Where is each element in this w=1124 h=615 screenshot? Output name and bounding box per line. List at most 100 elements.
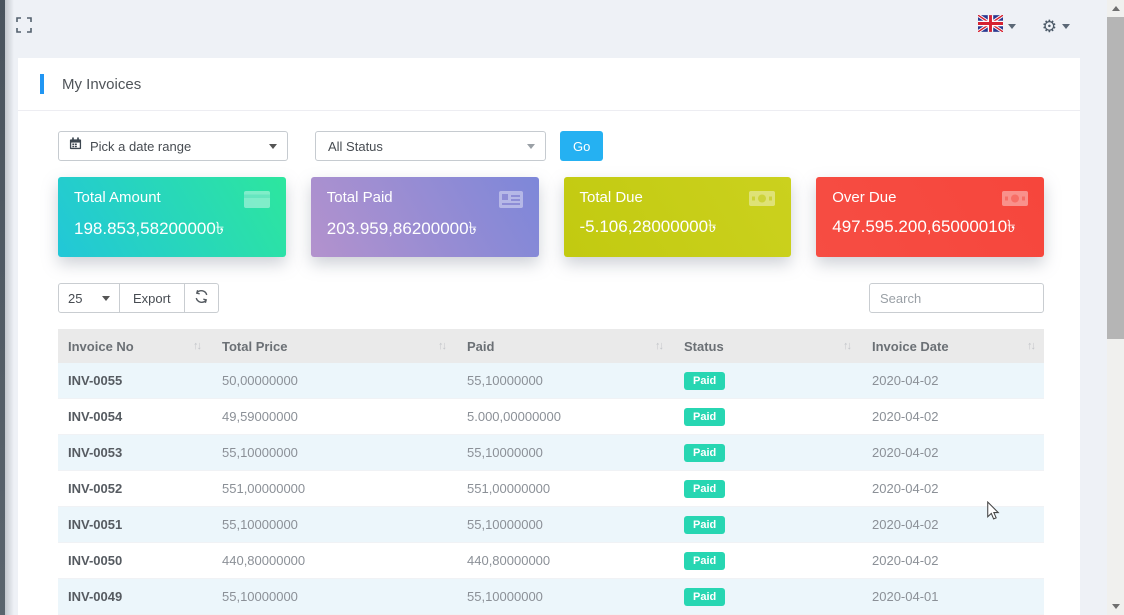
column-header-status[interactable]: Status↑↓ — [672, 329, 860, 363]
table-row[interactable]: INV-0049 55,10000000 55,10000000 Paid 20… — [58, 579, 1044, 615]
summary-card-total-due: Total Due -5.106,28000000৳ — [564, 177, 792, 257]
chevron-down-icon — [1062, 24, 1070, 29]
cell-total-price: 551,00000000 — [210, 471, 455, 507]
cell-total-price: 49,59000000 — [210, 399, 455, 435]
calendar-icon — [69, 137, 82, 155]
table-row[interactable]: INV-0052 551,00000000 551,00000000 Paid … — [58, 471, 1044, 507]
status-select-value: All Status — [328, 139, 527, 154]
cell-invoice-date: 2020-04-01 — [860, 579, 1044, 615]
column-header-total-price[interactable]: Total Price↑↓ — [210, 329, 455, 363]
card-value: 203.959,86200000৳ — [327, 218, 523, 239]
status-badge: Paid — [684, 516, 725, 534]
cell-paid: 440,80000000 — [455, 543, 672, 579]
cell-status: Paid — [672, 543, 860, 579]
cell-paid: 5.000,00000000 — [455, 399, 672, 435]
main-panel: My Invoices Pick a — [18, 58, 1080, 615]
status-select[interactable]: All Status — [315, 131, 546, 161]
chevron-down-icon — [1008, 24, 1016, 29]
scrollbar-thumb[interactable] — [1107, 17, 1124, 339]
cell-invoice-no: INV-0055 — [58, 363, 210, 399]
card-label: Total Amount — [74, 189, 161, 206]
page-title: My Invoices — [62, 76, 141, 93]
cell-invoice-no: INV-0050 — [58, 543, 210, 579]
title-accent-bar — [40, 74, 44, 94]
table-row[interactable]: INV-0053 55,10000000 55,10000000 Paid 20… — [58, 435, 1044, 471]
column-header-paid[interactable]: Paid↑↓ — [455, 329, 672, 363]
invoices-table: Invoice No↑↓ Total Price↑↓ Paid↑↓ Status… — [58, 329, 1044, 615]
status-badge: Paid — [684, 480, 725, 498]
page-size-value: 25 — [68, 291, 82, 306]
cell-paid: 55,10000000 — [455, 363, 672, 399]
gear-icon: ⚙ — [1042, 18, 1057, 35]
cell-invoice-no: INV-0054 — [58, 399, 210, 435]
status-badge: Paid — [684, 408, 725, 426]
summary-cards: Total Amount 198.853,58200000৳ Total Pai… — [58, 177, 1044, 257]
cell-status: Paid — [672, 399, 860, 435]
summary-card-total-paid: Total Paid 203.959,86200000৳ — [311, 177, 539, 257]
cell-paid: 55,10000000 — [455, 435, 672, 471]
table-header-row: Invoice No↑↓ Total Price↑↓ Paid↑↓ Status… — [58, 329, 1044, 363]
date-range-picker[interactable]: Pick a date range — [58, 131, 288, 161]
summary-card-over-due: Over Due 497.595.200,65000010৳ — [816, 177, 1044, 257]
fullscreen-icon[interactable] — [16, 17, 32, 33]
money-bill-icon — [749, 191, 775, 211]
cell-invoice-no: INV-0052 — [58, 471, 210, 507]
cell-status: Paid — [672, 363, 860, 399]
credit-card-icon — [244, 191, 270, 213]
scroll-up-arrow[interactable] — [1107, 0, 1124, 17]
sort-icon: ↑↓ — [655, 340, 662, 352]
cell-status: Paid — [672, 579, 860, 615]
money-bill-icon — [1002, 191, 1028, 211]
vertical-scrollbar[interactable] — [1107, 0, 1124, 615]
caret-down-icon — [527, 144, 535, 149]
cell-paid: 551,00000000 — [455, 471, 672, 507]
cell-invoice-date: 2020-04-02 — [860, 471, 1044, 507]
table-row[interactable]: INV-0050 440,80000000 440,80000000 Paid … — [58, 543, 1044, 579]
filter-row: Pick a date range All Status Go — [58, 131, 1044, 161]
cell-invoice-date: 2020-04-02 — [860, 543, 1044, 579]
cell-total-price: 440,80000000 — [210, 543, 455, 579]
cell-total-price: 55,10000000 — [210, 435, 455, 471]
sidebar-shadow — [5, 0, 14, 615]
status-badge: Paid — [684, 372, 725, 390]
summary-card-total-amount: Total Amount 198.853,58200000৳ — [58, 177, 286, 257]
column-header-invoice-date[interactable]: Invoice Date↑↓ — [860, 329, 1044, 363]
card-label: Total Due — [580, 189, 643, 206]
page-size-select[interactable]: 25 — [58, 283, 120, 313]
card-value: 198.853,58200000৳ — [74, 218, 270, 239]
cell-invoice-date: 2020-04-02 — [860, 507, 1044, 543]
cell-invoice-no: INV-0051 — [58, 507, 210, 543]
cell-paid: 55,10000000 — [455, 507, 672, 543]
date-range-label: Pick a date range — [90, 139, 269, 154]
scroll-down-arrow[interactable] — [1107, 598, 1124, 615]
cell-total-price: 50,00000000 — [210, 363, 455, 399]
cell-status: Paid — [672, 507, 860, 543]
sort-icon: ↑↓ — [438, 340, 445, 352]
refresh-button[interactable] — [185, 283, 219, 313]
panel-header: My Invoices — [18, 58, 1080, 111]
column-header-invoice-no[interactable]: Invoice No↑↓ — [58, 329, 210, 363]
status-badge: Paid — [684, 588, 725, 606]
sort-icon: ↑↓ — [843, 340, 850, 352]
cell-invoice-date: 2020-04-02 — [860, 399, 1044, 435]
table-row[interactable]: INV-0055 50,00000000 55,10000000 Paid 20… — [58, 363, 1044, 399]
card-label: Over Due — [832, 189, 896, 206]
language-dropdown[interactable] — [978, 15, 1016, 37]
cell-invoice-no: INV-0053 — [58, 435, 210, 471]
uk-flag-icon — [978, 15, 1003, 37]
sort-icon: ↑↓ — [193, 340, 200, 352]
card-value: 497.595.200,65000010৳ — [832, 216, 1028, 237]
export-button[interactable]: Export — [120, 283, 185, 313]
card-value: -5.106,28000000৳ — [580, 216, 776, 237]
table-row[interactable]: INV-0051 55,10000000 55,10000000 Paid 20… — [58, 507, 1044, 543]
table-row[interactable]: INV-0054 49,59000000 5.000,00000000 Paid… — [58, 399, 1044, 435]
cell-invoice-date: 2020-04-02 — [860, 363, 1044, 399]
card-label: Total Paid — [327, 189, 393, 206]
caret-down-icon — [102, 296, 110, 301]
go-button[interactable]: Go — [560, 131, 603, 161]
search-input[interactable] — [869, 283, 1044, 313]
settings-dropdown[interactable]: ⚙ — [1042, 18, 1070, 35]
table-controls: 25 Export — [58, 283, 1044, 313]
cell-paid: 55,10000000 — [455, 579, 672, 615]
money-check-icon — [499, 191, 523, 213]
